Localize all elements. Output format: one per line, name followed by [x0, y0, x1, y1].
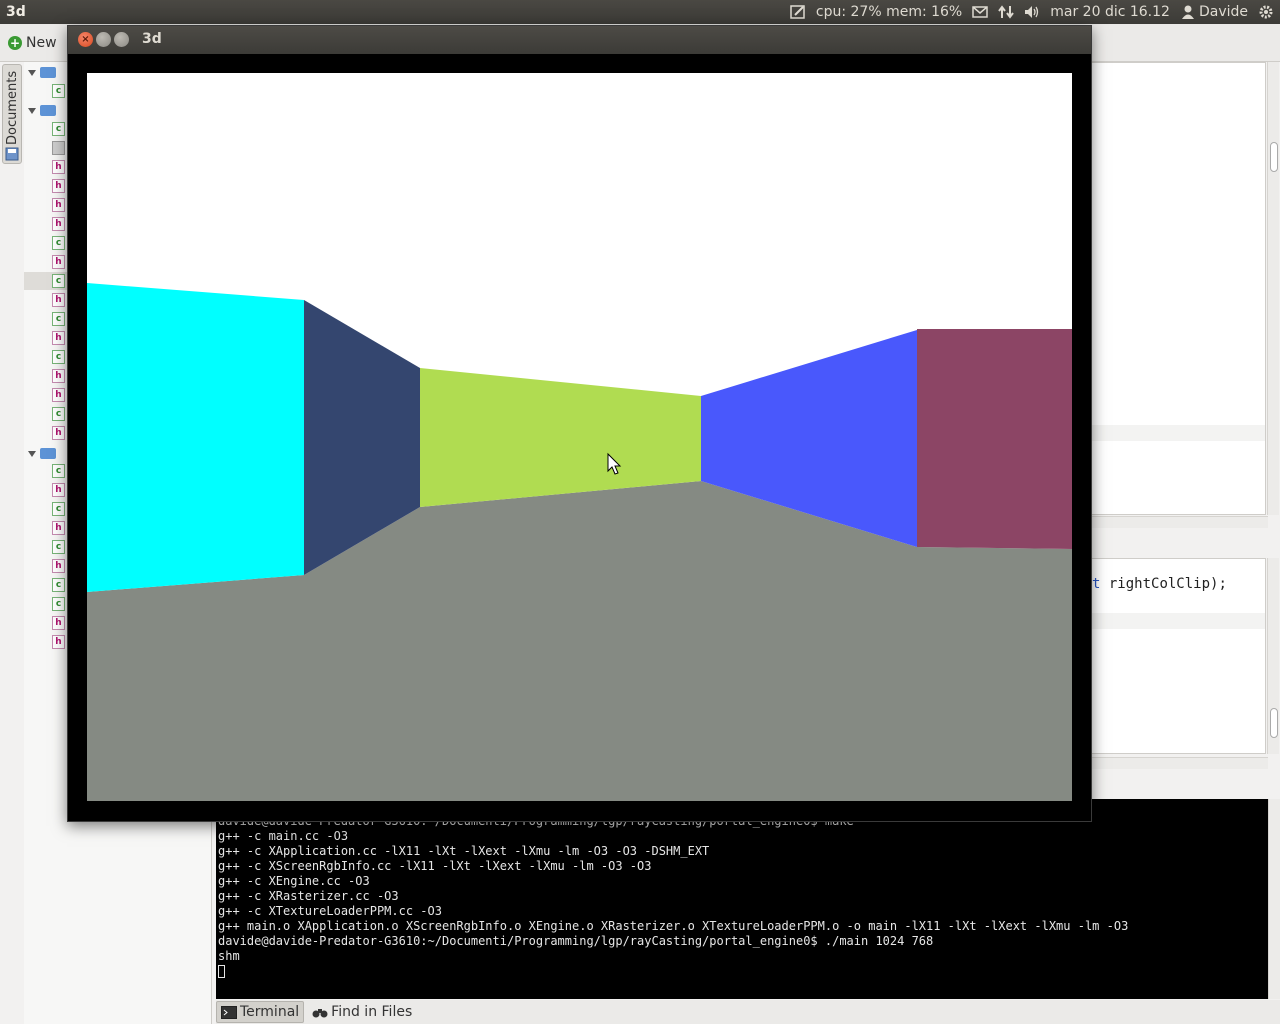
header-file-icon: h: [52, 521, 65, 535]
user-name: Davide: [1198, 4, 1248, 20]
close-window-icon[interactable]: ×: [78, 32, 93, 47]
tab-find-in-files[interactable]: Find in Files: [308, 1001, 416, 1023]
render-viewport[interactable]: [87, 73, 1072, 801]
new-button[interactable]: + New: [8, 32, 57, 54]
makefile-icon: [52, 141, 65, 155]
current-line-highlight: [1089, 613, 1265, 629]
header-file-icon: h: [52, 483, 65, 497]
terminal-prompt: [218, 964, 1268, 979]
disk-icon: [5, 147, 19, 161]
terminal-line: g++ main.o XApplication.o XScreenRgbInfo…: [218, 919, 1129, 933]
header-file-icon: h: [52, 616, 65, 630]
scene-wall-left-near: [87, 283, 304, 592]
editor-top-horizontal-scrollbar[interactable]: [1088, 516, 1268, 528]
header-file-icon: h: [52, 179, 65, 193]
documents-side-tab[interactable]: Documents: [2, 64, 22, 164]
minimize-window-icon[interactable]: [96, 32, 111, 47]
code-line: t rightColClip);: [1092, 576, 1227, 592]
scene-wall-right-near: [917, 329, 1072, 549]
user-icon: [1181, 5, 1194, 19]
source-file-icon: c: [52, 540, 65, 554]
editor-top-vertical-scrollbar[interactable]: [1267, 62, 1279, 515]
source-file-icon: c: [52, 578, 65, 592]
source-file-icon: c: [52, 274, 65, 288]
edit-icon[interactable]: [790, 4, 806, 20]
source-file-icon: c: [52, 502, 65, 516]
tab-find-label: Find in Files: [331, 1004, 413, 1020]
source-file-icon: c: [52, 407, 65, 421]
scroll-thumb[interactable]: [1270, 142, 1278, 172]
source-file-icon: c: [52, 464, 65, 478]
binoculars-icon: [312, 1008, 328, 1017]
terminal-line: g++ -c XEngine.cc -O3: [218, 874, 370, 888]
terminal-line: g++ -c XScreenRgbInfo.cc -lX11 -lXt -lXe…: [218, 859, 652, 873]
tab-terminal-label: Terminal: [240, 1004, 300, 1020]
folder-icon: [40, 105, 56, 116]
header-file-icon: h: [52, 198, 65, 212]
mail-icon[interactable]: [972, 4, 988, 20]
add-icon: +: [8, 36, 22, 50]
source-file-icon: c: [52, 236, 65, 250]
bottom-panel-tabs: Terminal Find in Files: [216, 1000, 1280, 1024]
terminal-line: g++ -c XRasterizer.cc -O3: [218, 889, 399, 903]
datetime-indicator[interactable]: mar 20 dic 16.12: [1050, 4, 1170, 20]
terminal-line: g++ -c main.cc -O3: [218, 829, 349, 843]
top-panel: 3d cpu: 27% mem: 16% mar 20 dic 16.12 Da…: [0, 0, 1280, 24]
system-load-indicator[interactable]: cpu: 27% mem: 16%: [816, 4, 962, 20]
documents-tab-label: Documents: [5, 70, 20, 145]
settings-gear-icon[interactable]: [1258, 4, 1274, 20]
terminal-line: g++ -c XApplication.cc -lX11 -lXt -lXext…: [218, 844, 710, 858]
header-file-icon: h: [52, 255, 65, 269]
volume-icon[interactable]: [1024, 4, 1040, 20]
header-file-icon: h: [52, 331, 65, 345]
header-file-icon: h: [52, 635, 65, 649]
active-app-name: 3d: [6, 4, 26, 20]
folder-icon: [40, 448, 56, 459]
source-file-icon: c: [52, 350, 65, 364]
scroll-thumb[interactable]: [1270, 708, 1278, 738]
folder-icon: [40, 67, 56, 78]
terminal-icon: [221, 1005, 237, 1019]
window-3d[interactable]: × 3d: [67, 25, 1092, 822]
editor-bottom-vertical-scrollbar[interactable]: [1267, 558, 1279, 754]
header-file-icon: h: [52, 160, 65, 174]
terminal-cursor: [218, 965, 225, 978]
expand-arrow-icon[interactable]: [28, 108, 36, 114]
tab-terminal[interactable]: Terminal: [216, 1001, 305, 1023]
terminal-scrollbar[interactable]: [1268, 799, 1280, 999]
terminal-line: g++ -c XTextureLoaderPPM.cc -O3: [218, 904, 442, 918]
editor-pane-top[interactable]: [1088, 62, 1266, 515]
terminal-line: davide@davide-Predator-G3610:~/Documenti…: [218, 934, 934, 948]
editor-bottom-horizontal-scrollbar[interactable]: [1088, 757, 1268, 769]
user-menu[interactable]: Davide: [1180, 4, 1248, 20]
header-file-icon: h: [52, 217, 65, 231]
terminal-output[interactable]: rm main main.o XApplication.o XScreenRgb…: [216, 799, 1268, 999]
expand-arrow-icon[interactable]: [28, 451, 36, 457]
source-file-icon: c: [52, 312, 65, 326]
window-titlebar[interactable]: × 3d: [68, 26, 1091, 54]
network-icon[interactable]: [998, 4, 1015, 20]
source-file-icon: c: [52, 122, 65, 136]
current-line-highlight: [1089, 425, 1265, 441]
header-file-icon: h: [52, 293, 65, 307]
terminal-line: shm: [218, 949, 240, 963]
header-file-icon: h: [52, 559, 65, 573]
window-title: 3d: [142, 31, 162, 47]
source-file-icon: c: [52, 597, 65, 611]
header-file-icon: h: [52, 426, 65, 440]
maximize-window-icon[interactable]: [114, 32, 129, 47]
expand-arrow-icon[interactable]: [28, 70, 36, 76]
header-file-icon: h: [52, 388, 65, 402]
header-file-icon: h: [52, 369, 65, 383]
new-button-label: New: [26, 35, 57, 51]
source-file-icon: c: [52, 84, 65, 98]
